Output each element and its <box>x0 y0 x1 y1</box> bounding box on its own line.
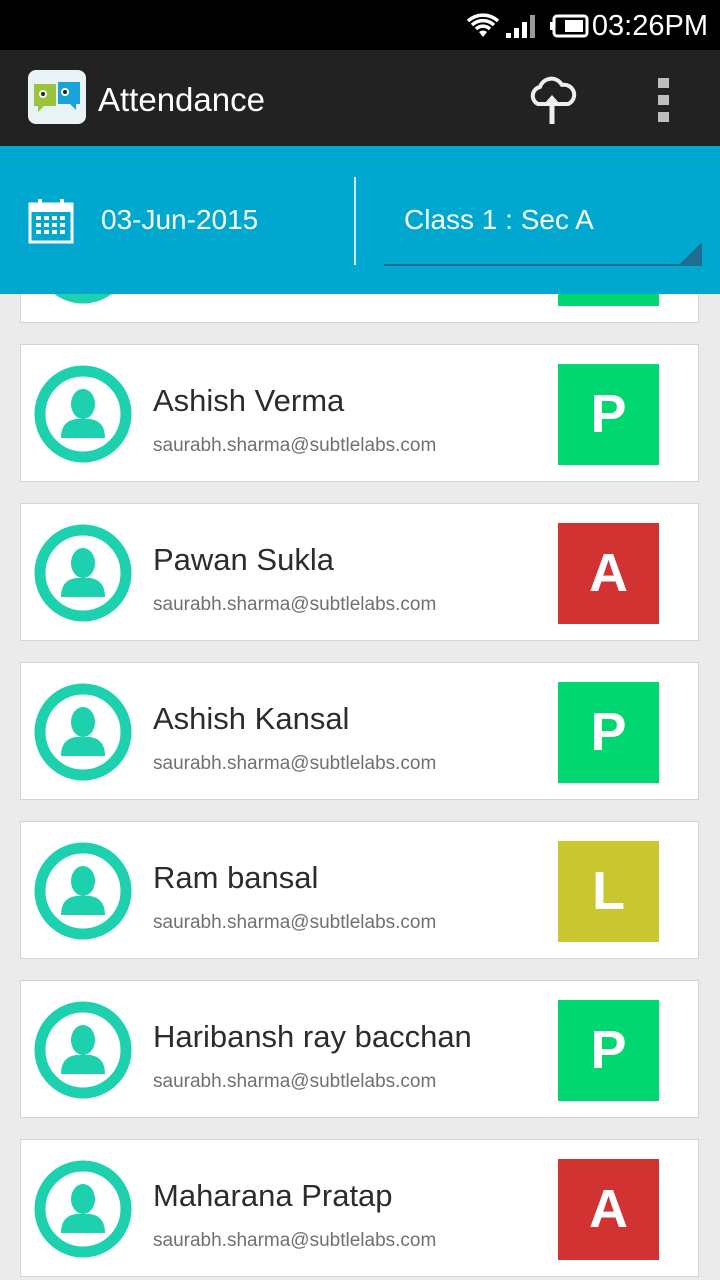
student-name: Ashish Verma <box>153 383 345 418</box>
attendance-status-button[interactable]: A <box>558 1159 659 1260</box>
student-email: saurabh.sharma@subtlelabs.com <box>153 1230 437 1251</box>
attendance-status-button[interactable]: P <box>558 682 659 783</box>
avatar-icon <box>34 842 132 940</box>
avatar-icon <box>34 1160 132 1258</box>
avatar-icon <box>34 683 132 781</box>
attendance-status-button[interactable]: L <box>558 841 659 942</box>
signal-icon <box>506 15 535 38</box>
student-name: Maharana Pratap <box>153 1178 393 1213</box>
avatar-icon <box>54 294 112 304</box>
dropdown-underline <box>384 264 702 266</box>
status-bar: 03:26PM <box>0 0 720 50</box>
student-name: Haribansh ray bacchan <box>153 1019 472 1054</box>
student-card[interactable]: Ashish Kansal saurabh.sharma@subtlelabs.… <box>20 662 699 800</box>
student-email: saurabh.sharma@subtlelabs.com <box>153 912 437 933</box>
class-section-label: Class 1 : Sec A <box>404 204 594 235</box>
student-email: saurabh.sharma@subtlelabs.com <box>153 594 437 615</box>
student-email: saurabh.sharma@subtlelabs.com <box>153 753 437 774</box>
attendance-status-button[interactable]: A <box>558 523 659 624</box>
calendar-icon[interactable] <box>28 198 74 244</box>
student-card[interactable]: Pawan Sukla saurabh.sharma@subtlelabs.co… <box>20 503 699 641</box>
student-email: saurabh.sharma@subtlelabs.com <box>153 1071 437 1092</box>
cloud-upload-icon[interactable] <box>524 74 580 126</box>
avatar-icon <box>34 365 132 463</box>
student-card[interactable]: P <box>20 294 699 323</box>
class-section-dropdown[interactable]: Class 1 : Sec A <box>384 180 702 266</box>
app-bar: Attendance <box>0 50 720 146</box>
attendance-status-button[interactable]: P <box>558 1000 659 1101</box>
avatar-icon <box>34 1001 132 1099</box>
app-logo-icon <box>28 70 86 124</box>
avatar-icon <box>34 524 132 622</box>
student-name: Ashish Kansal <box>153 701 350 736</box>
wifi-icon <box>466 13 500 37</box>
student-card[interactable]: Ram bansal saurabh.sharma@subtlelabs.com… <box>20 821 699 959</box>
dropdown-arrow-icon <box>680 242 702 264</box>
page-title: Attendance <box>98 81 265 118</box>
student-card[interactable]: Maharana Pratap saurabh.sharma@subtlelab… <box>20 1139 699 1277</box>
battery-icon <box>550 14 589 38</box>
filter-divider <box>354 177 356 265</box>
student-name: Pawan Sukla <box>153 542 334 577</box>
student-list[interactable]: P Ashish Verma saurabh.sharma@subtlelabs… <box>0 294 720 1280</box>
student-name: Ram bansal <box>153 860 319 895</box>
attendance-status-button[interactable]: P <box>558 294 659 306</box>
overflow-menu-icon[interactable] <box>652 78 676 122</box>
attendance-status-button[interactable]: P <box>558 364 659 465</box>
student-card[interactable]: Haribansh ray bacchan saurabh.sharma@sub… <box>20 980 699 1118</box>
date-picker[interactable]: 03-Jun-2015 <box>101 203 258 237</box>
student-card[interactable]: Ashish Verma saurabh.sharma@subtlelabs.c… <box>20 344 699 482</box>
student-email: saurabh.sharma@subtlelabs.com <box>153 435 437 456</box>
clock: 03:26PM <box>591 10 708 42</box>
